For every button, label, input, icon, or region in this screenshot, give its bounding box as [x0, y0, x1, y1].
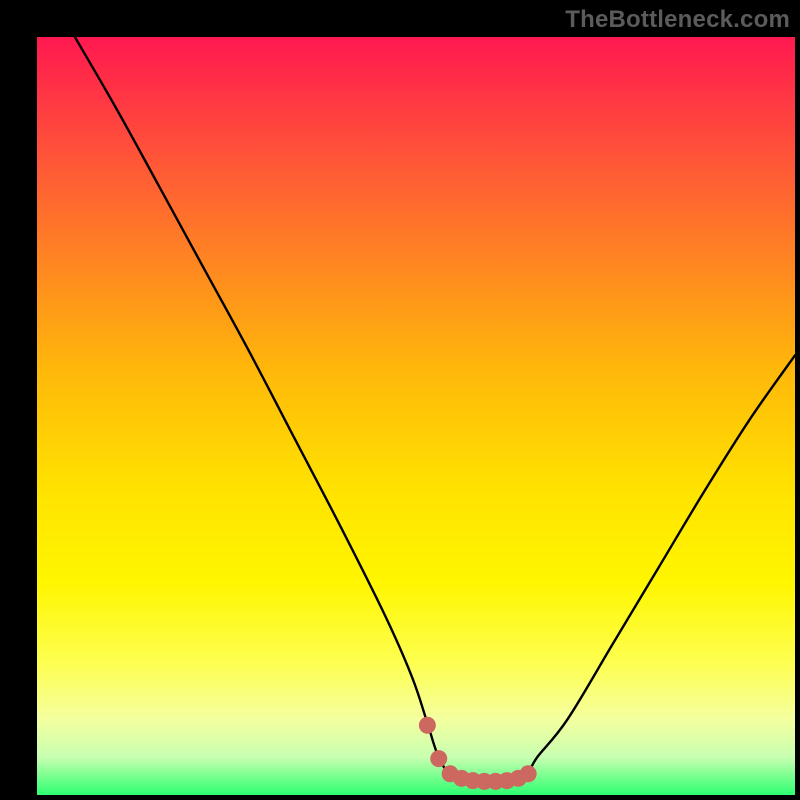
watermark-text: TheBottleneck.com	[565, 6, 790, 34]
markers-layer	[37, 37, 795, 795]
marker-dot	[419, 717, 436, 734]
marker-dot	[430, 750, 447, 767]
marker-dot	[520, 765, 537, 782]
chart-stage: TheBottleneck.com	[0, 0, 800, 800]
plot-area	[37, 37, 795, 795]
optimal-zone-markers	[419, 717, 537, 790]
